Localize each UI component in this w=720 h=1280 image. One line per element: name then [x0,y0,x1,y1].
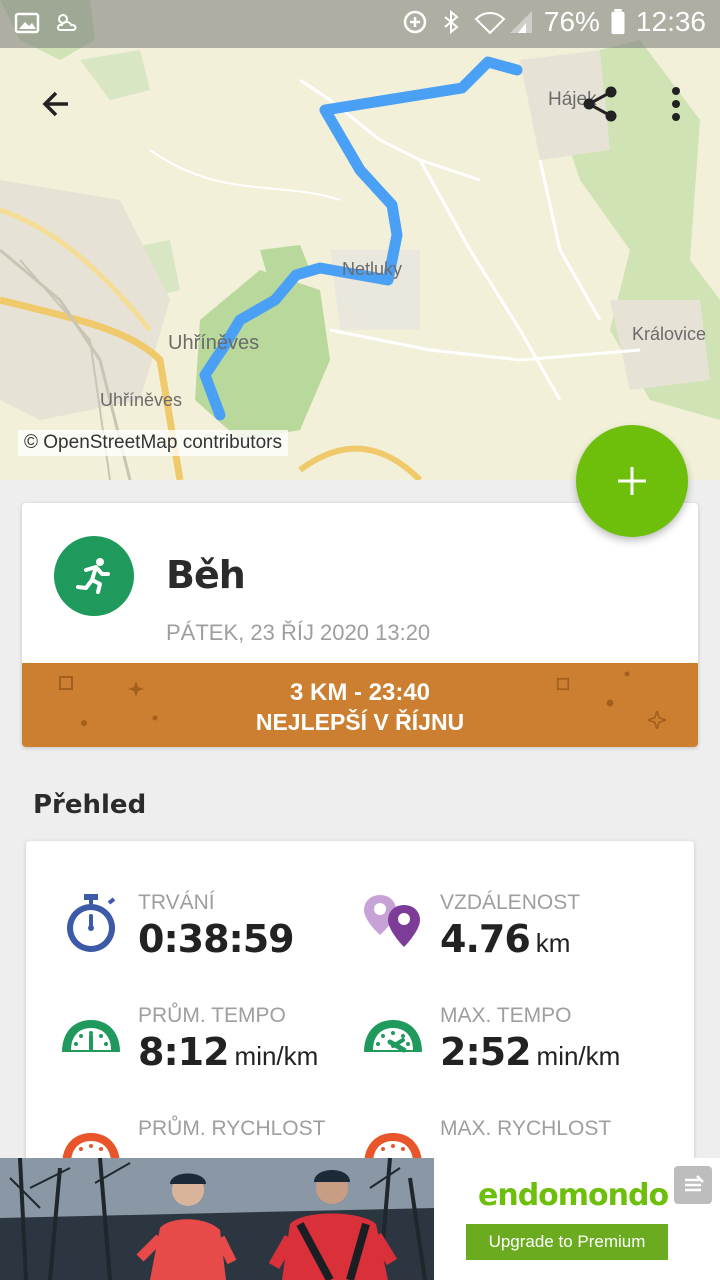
stat-label: PRŮM. RYCHLOST [138,1117,326,1140]
route-map[interactable]: Hájek Netluky Uhříněves Uhříněves Králov… [0,0,720,480]
clock: 12:36 [635,6,706,37]
speedometer-green-icon [62,1020,120,1052]
map-label-uhrineves-station: Uhříněves [100,390,183,410]
add-fab-button[interactable] [576,425,688,537]
ad-cta-panel[interactable]: endomondo Upgrade to Premium [434,1158,720,1280]
battery-icon [611,9,625,35]
record-result: 3 KM - 23:40 [289,679,431,706]
stat-label: PRŮM. TEMPO [138,1004,286,1027]
stat-avg-pace[interactable]: PRŮM. TEMPO 8:12 min/km [60,1004,360,1104]
stat-label: MAX. TEMPO [440,1004,572,1027]
screen: Hájek Netluky Uhříněves Uhříněves Králov… [0,0,720,1280]
personal-record-banner[interactable]: 3 KM - 23:40 NEJLEPŠÍ V ŘÍJNU [22,663,698,747]
ad-close-icon [685,1175,704,1192]
overflow-menu-button[interactable] [648,76,704,132]
stat-value: 2:52 min/km [440,1030,621,1074]
arrow-back-icon [42,91,68,117]
map-label-netluky: Netluky [342,259,403,279]
plus-icon [618,467,646,495]
battery-percentage: 76% [543,6,600,37]
brand-logo: endomondo [478,1178,669,1213]
stat-duration[interactable]: TRVÁNÍ 0:38:59 [60,891,360,991]
overview-heading: Přehled [33,790,147,820]
stat-label: VZDÁLENOST [440,891,581,914]
weather-notification-icon [56,14,77,31]
sport-name: Běh [166,553,246,597]
stat-label: MAX. RYCHLOST [440,1117,612,1140]
location-pins-icon [364,895,420,947]
stopwatch-icon [67,894,116,952]
ad-choices-button[interactable] [674,1166,712,1204]
stats-card: TRVÁNÍ 0:38:59 VZDÁLENOST 4.76 km PRŮM. … [26,841,694,1171]
stat-max-pace[interactable]: MAX. TEMPO 2:52 min/km [362,1004,662,1104]
stat-value: 8:12 min/km [138,1030,319,1074]
workout-summary-card: Běh PÁTEK, 23 ŘÍJ 2020 13:20 3 KM - 23:4… [22,503,698,747]
bluetooth-icon [444,9,459,35]
upgrade-premium-button[interactable]: Upgrade to Premium [466,1224,668,1260]
stat-value: 4.76 km [440,917,571,961]
share-button[interactable] [572,76,628,132]
running-icon [76,558,110,594]
speedometer-green-icon [364,1020,422,1053]
stat-label: TRVÁNÍ [138,891,215,914]
status-bar: 76% 12:36 [0,0,720,48]
gallery-notification-icon [14,12,40,34]
record-description: NEJLEPŠÍ V ŘÍJNU [255,709,465,735]
workout-date: PÁTEK, 23 ŘÍJ 2020 13:20 [166,620,431,645]
map-attribution[interactable]: © OpenStreetMap contributors [18,430,288,456]
wifi-signal-icon [474,11,532,35]
data-saver-icon [403,10,427,34]
more-vert-icon [672,87,680,121]
sport-avatar [54,536,134,616]
ad-banner[interactable]: endomondo Upgrade to Premium [0,1158,720,1280]
map-label-kralovice: Královice [632,324,707,344]
stat-value: 0:38:59 [138,917,295,961]
share-icon [583,86,617,122]
dot-icon [624,671,630,677]
stat-distance[interactable]: VZDÁLENOST 4.76 km [362,891,662,991]
map-label-uhrineves: Uhříněves [168,332,260,354]
ad-runners-photo [0,1158,434,1280]
back-button[interactable] [28,76,84,132]
